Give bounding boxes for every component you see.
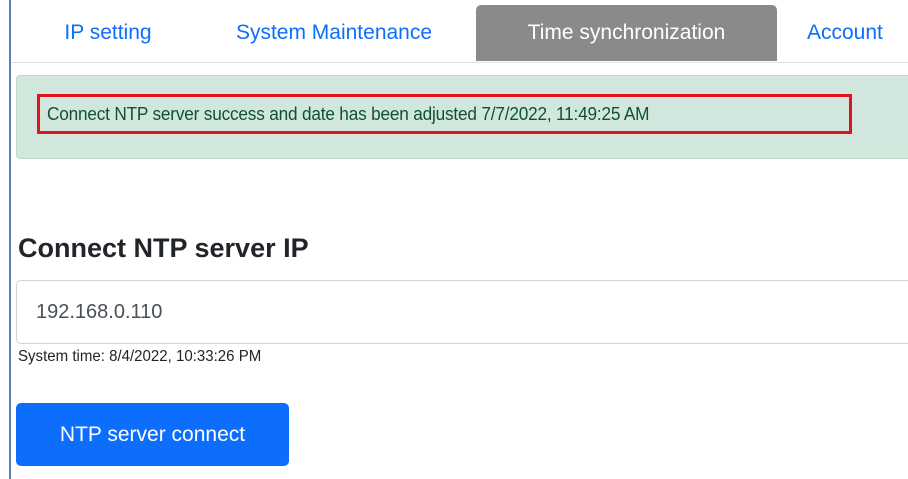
app-frame: IP setting System Maintenance Time synch…: [9, 0, 908, 479]
tab-system-maintenance[interactable]: System Maintenance: [194, 5, 474, 61]
ntp-section-title: Connect NTP server IP: [18, 233, 309, 263]
tab-account[interactable]: Account: [793, 5, 908, 61]
alert-message: Connect NTP server success and date has …: [47, 103, 650, 124]
ntp-server-ip-input[interactable]: [16, 280, 908, 344]
ntp-server-connect-button[interactable]: NTP server connect: [16, 403, 289, 466]
system-time-label: System time: 8/4/2022, 10:33:26 PM: [18, 348, 262, 365]
tab-time-synchronization[interactable]: Time synchronization: [476, 5, 777, 61]
tab-ip-setting[interactable]: IP setting: [33, 5, 183, 61]
success-alert: Connect NTP server success and date has …: [16, 75, 908, 159]
tab-bar: IP setting System Maintenance Time synch…: [11, 0, 908, 63]
